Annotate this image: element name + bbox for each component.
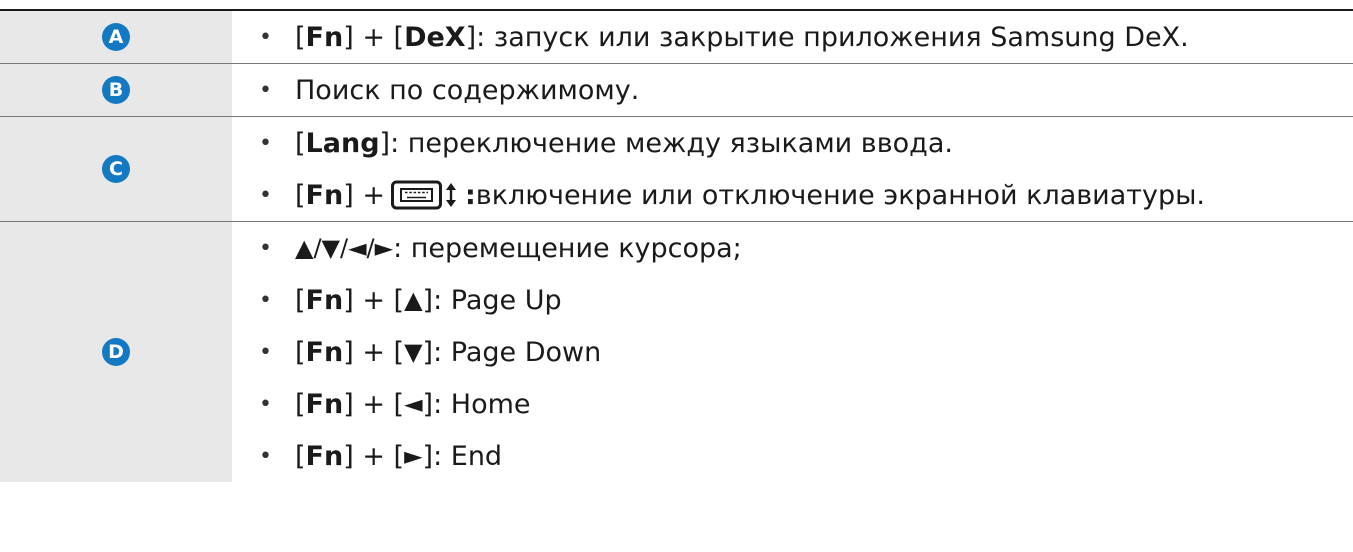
keyboard-toggle-icon [390, 180, 456, 210]
key-cell-c: C [0, 117, 232, 221]
bullet-icon: • [259, 130, 272, 156]
list-item: • [Fn] + [►]: End [259, 440, 503, 472]
bullet-icon: • [259, 443, 272, 469]
shortcut-table: A • [Fn] + [DeX]: запуск или закрытие пр… [0, 9, 1353, 482]
key-badge-b: B [102, 76, 130, 104]
list-item: • [Lang]: переключение между языками вво… [259, 127, 953, 159]
list-item: • [Fn] + [▼]: Page Down [259, 336, 602, 368]
list-item: • ▲/▼/◄/►: перемещение курсора; [259, 232, 742, 264]
arrow-right-icon: ► [404, 442, 423, 470]
arrow-down-icon: ▼ [404, 338, 423, 366]
bullet-icon: • [259, 77, 272, 103]
table-row-a: A • [Fn] + [DeX]: запуск или закрытие пр… [0, 11, 1353, 64]
list-item: • [Fn] + : включение или отключение экра… [259, 179, 1206, 211]
desc-cell-b: • Поиск по содержимому. [232, 64, 1353, 116]
key-cell-b: B [0, 64, 232, 116]
bullet-icon: • [259, 339, 272, 365]
desc-cell-a: • [Fn] + [DeX]: запуск или закрытие прил… [232, 11, 1353, 63]
bullet-icon: • [259, 391, 272, 417]
arrow-keys-icon: ▲/▼/◄/► [295, 234, 394, 262]
list-item: • [Fn] + [◄]: Home [259, 388, 531, 420]
table-row-c: C • [Lang]: переключение между языками в… [0, 117, 1353, 222]
bullet-icon: • [259, 182, 272, 208]
table-row-d: D • ▲/▼/◄/►: перемещение курсора; • [Fn]… [0, 222, 1353, 482]
key-badge-a: A [102, 23, 130, 51]
arrow-up-icon: ▲ [404, 286, 423, 314]
key-cell-a: A [0, 11, 232, 63]
key-badge-d: D [102, 338, 130, 366]
list-item: • [Fn] + [▲]: Page Up [259, 284, 562, 316]
desc-cell-c: • [Lang]: переключение между языками вво… [232, 117, 1353, 221]
bullet-icon: • [259, 24, 272, 50]
table-row-b: B • Поиск по содержимому. [0, 64, 1353, 117]
list-item: • [Fn] + [DeX]: запуск или закрытие прил… [259, 21, 1189, 53]
key-cell-d: D [0, 222, 232, 482]
bullet-icon: • [259, 287, 272, 313]
bullet-icon: • [259, 235, 272, 261]
arrow-left-icon: ◄ [404, 390, 423, 418]
list-item: • Поиск по содержимому. [259, 74, 640, 106]
key-badge-c: C [102, 155, 130, 183]
desc-cell-d: • ▲/▼/◄/►: перемещение курсора; • [Fn] +… [232, 222, 1353, 482]
